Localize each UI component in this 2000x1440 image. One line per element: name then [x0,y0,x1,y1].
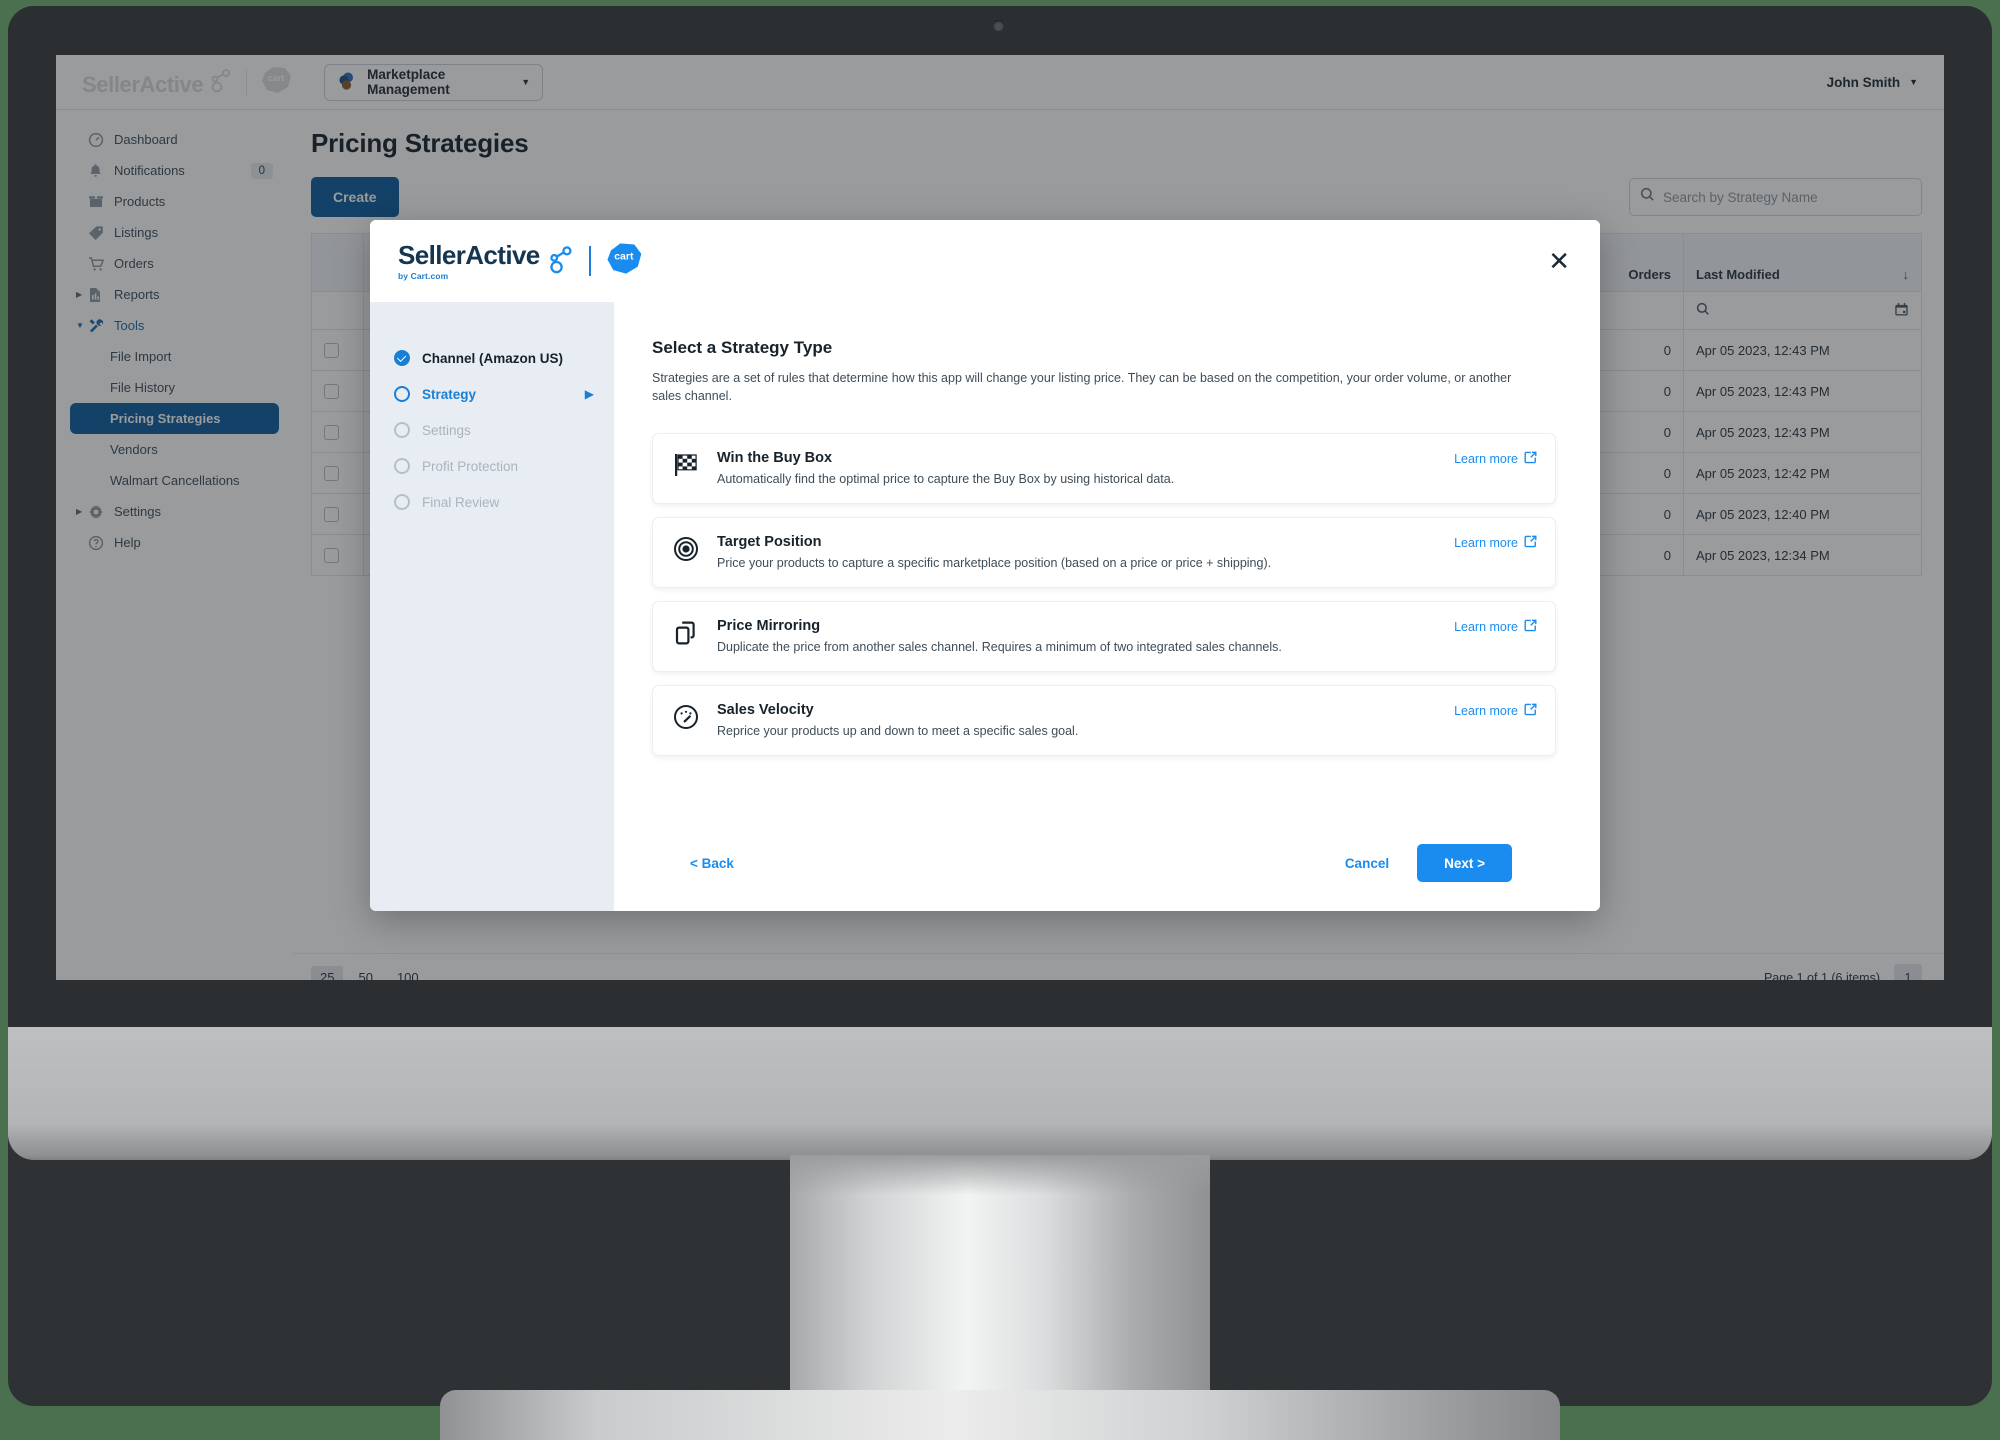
cancel-button[interactable]: Cancel [1345,856,1389,871]
back-button[interactable]: < Back [690,856,734,871]
step-label: Channel (Amazon US) [422,350,564,366]
step-label: Final Review [422,494,500,510]
circle-icon [394,422,410,438]
speedometer-icon [673,702,717,735]
monitor-chin [8,1027,1992,1160]
strategy-title: Win the Buy Box [717,450,833,467]
step-label: Profit Protection [422,458,519,474]
step-channel[interactable]: Channel (Amazon US) [394,340,614,376]
strategy-card-content: Win the Buy Box Automatically find the o… [717,450,1454,486]
copy-icon [673,618,717,651]
external-link-icon [1524,535,1537,551]
target-icon [673,534,717,567]
circle-icon [394,386,410,402]
external-link-icon [1524,619,1537,635]
checkered-flag-icon [673,450,717,483]
step-strategy[interactable]: Strategy ▶ [394,376,614,412]
strategy-description: Duplicate the price from another sales c… [717,640,1282,655]
strategy-card-content: Sales Velocity Reprice your products up … [717,702,1454,738]
monitor-stand-neck [790,1155,1210,1415]
learn-more-link[interactable]: Learn more [1454,702,1537,719]
strategy-card-win-the-buy-box[interactable]: Win the Buy Box Automatically find the o… [652,433,1556,505]
strategy-description: Automatically find the optimal price to … [717,472,1175,487]
modal-brand-divider [588,246,591,276]
learn-more-label: Learn more [1454,452,1518,467]
strategy-title: Target Position [717,534,822,551]
step-settings: Settings [394,412,614,448]
external-link-icon [1524,703,1537,719]
strategy-title: Sales Velocity [717,702,814,719]
modal-brand-wordmark: SellerActive [398,239,540,270]
strategy-description: Reprice your products up and down to mee… [717,724,1079,739]
chevron-right-icon: ▶ [584,387,594,401]
wizard-steps: Channel (Amazon US) Strategy ▶ Settings … [370,302,614,911]
external-link-icon [1524,451,1537,467]
circle-icon [394,494,410,510]
strategy-title: Price Mirroring [717,618,821,635]
strategy-type-modal: SellerActive by Cart.com cart ✕ Channel … [370,220,1600,911]
step-final-review: Final Review [394,484,614,520]
learn-more-label: Learn more [1454,704,1518,719]
strategy-card-content: Price Mirroring Duplicate the price from… [717,618,1454,654]
modal-panel: Select a Strategy Type Strategies are a … [614,302,1600,911]
strategy-card-list: Win the Buy Box Automatically find the o… [652,433,1556,757]
strategy-card-content: Target Position Price your products to c… [717,534,1454,570]
strategy-card-sales-velocity[interactable]: Sales Velocity Reprice your products up … [652,685,1556,757]
monitor-stand-base [440,1390,1560,1440]
modal-body: Channel (Amazon US) Strategy ▶ Settings … [370,302,1600,911]
step-label: Settings [422,422,471,438]
cart-logo-icon: cart [605,241,645,281]
learn-more-link[interactable]: Learn more [1454,618,1537,635]
next-button[interactable]: Next > [1417,844,1512,882]
svg-text:cart: cart [614,251,634,263]
modal-footer: < Back Cancel Next > [652,815,1556,911]
strategy-card-target-position[interactable]: Target Position Price your products to c… [652,517,1556,589]
modal-description: Strategies are a set of rules that deter… [652,371,1512,404]
strategy-card-price-mirroring[interactable]: Price Mirroring Duplicate the price from… [652,601,1556,673]
modal-brand-sub: by Cart.com [398,270,449,281]
molecule-icon [545,244,575,279]
learn-more-label: Learn more [1454,620,1518,635]
circle-icon [394,458,410,474]
learn-more-link[interactable]: Learn more [1454,534,1537,551]
learn-more-link[interactable]: Learn more [1454,450,1537,467]
modal-header: SellerActive by Cart.com cart ✕ [370,220,1600,302]
step-label: Strategy [422,386,477,402]
webcam-dot [993,20,1004,31]
check-circle-icon [394,350,410,366]
modal-brand-logo: SellerActive by Cart.com cart [398,241,645,281]
monitor-scene: SellerActive cart Marketplace Management… [0,0,2000,1440]
strategy-description: Price your products to capture a specifi… [717,556,1272,571]
learn-more-label: Learn more [1454,536,1518,551]
app-screen: SellerActive cart Marketplace Management… [56,55,1944,980]
modal-heading: Select a Strategy Type [652,338,833,357]
step-profit-protection: Profit Protection [394,448,614,484]
close-icon[interactable]: ✕ [1548,248,1570,274]
